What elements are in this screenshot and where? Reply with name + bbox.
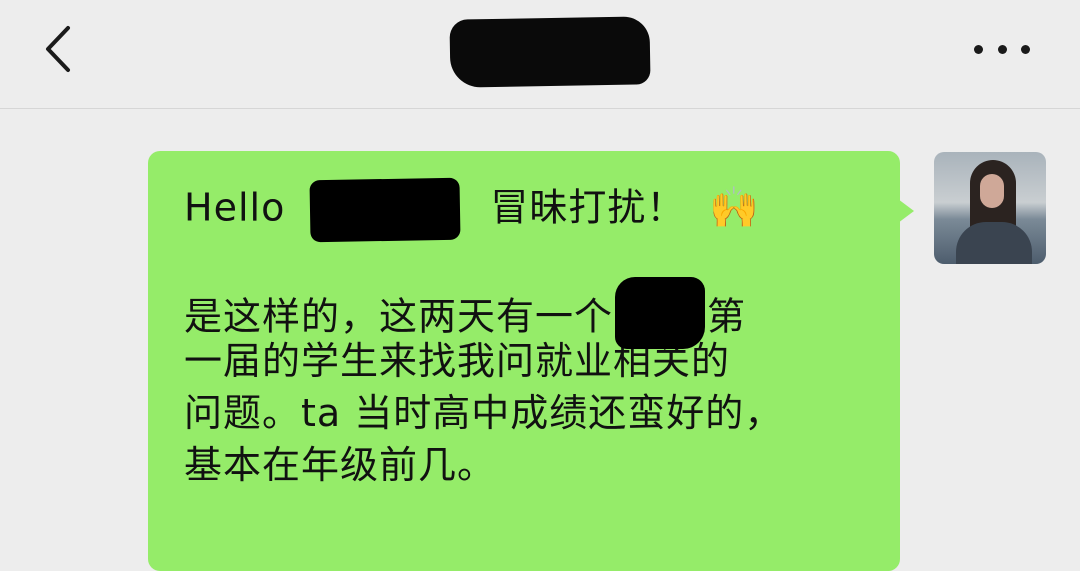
chat-area[interactable]: Hello 冒昧打扰！ 🙌 是这样的，这两天有一个 第 一届的学生来找我问就业相关的… — [0, 109, 1080, 571]
apology-text: 冒昧打扰！ — [490, 185, 686, 230]
avatar-body — [956, 222, 1032, 264]
name-redaction — [309, 177, 461, 243]
back-button[interactable] — [40, 24, 80, 74]
school-redaction — [615, 277, 706, 349]
message-bubble[interactable]: Hello 冒昧打扰！ 🙌 是这样的，这两天有一个 第 一届的学生来找我问就业相关的… — [148, 151, 900, 571]
avatar[interactable] — [934, 152, 1046, 264]
message-line-3-text: 是这样的，这两天有一个 — [184, 294, 614, 339]
bubble-tail — [898, 199, 914, 223]
avatar-face — [980, 174, 1004, 208]
contact-name-redaction — [449, 16, 651, 88]
chevron-left-icon — [46, 26, 70, 72]
message-line-3: 是这样的，这两天有一个 第 — [184, 277, 884, 349]
chat-header — [0, 0, 1080, 109]
ellipsis-icon — [997, 44, 1007, 54]
message-text: Hello 冒昧打扰！ 🙌 是这样的，这两天有一个 第 一届的学生来找我问就业相关的… — [184, 177, 884, 491]
more-button[interactable] — [974, 38, 1030, 60]
greeting-text: Hello — [184, 185, 299, 230]
message-line-4: 一届的学生来找我问就业相关的 — [184, 339, 731, 383]
ellipsis-icon — [974, 44, 983, 54]
message-line-1: Hello 冒昧打扰！ 🙌 — [184, 177, 884, 243]
message-line-5: 问题。ta 当时高中成绩还蛮好的， — [184, 391, 784, 435]
raising-hands-emoji: 🙌 — [709, 184, 761, 231]
ellipsis-icon — [1021, 44, 1030, 54]
message-line-6: 基本在年级前几。 — [184, 443, 497, 487]
message-line-3-end: 第 — [707, 294, 747, 339]
